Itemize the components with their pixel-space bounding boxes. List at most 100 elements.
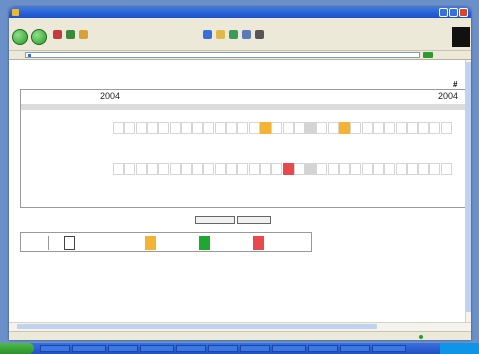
- availability-cell[interactable]: [271, 163, 283, 175]
- home-icon[interactable]: [79, 30, 88, 39]
- print-icon[interactable]: [255, 30, 264, 39]
- availability-cell[interactable]: [372, 122, 384, 134]
- mail-icon[interactable]: [242, 30, 251, 39]
- availability-cell[interactable]: [339, 122, 350, 134]
- availability-cell[interactable]: [259, 163, 271, 175]
- taskbar-item[interactable]: [176, 345, 206, 352]
- availability-cell[interactable]: [226, 122, 237, 134]
- menu-edit[interactable]: [26, 19, 38, 24]
- availability-cell[interactable]: [214, 122, 226, 134]
- availability-cell[interactable]: [440, 122, 452, 134]
- back-icon[interactable]: [12, 29, 28, 45]
- availability-cell[interactable]: [124, 163, 136, 175]
- menu-help[interactable]: [89, 19, 101, 24]
- availability-cell[interactable]: [237, 163, 249, 175]
- availability-cell[interactable]: [146, 122, 158, 134]
- taskbar-item[interactable]: [140, 345, 174, 352]
- availability-cell[interactable]: [135, 163, 147, 175]
- availability-cell[interactable]: [248, 163, 260, 175]
- availability-cell[interactable]: [169, 163, 181, 175]
- links-label[interactable]: [437, 52, 463, 58]
- availability-cell[interactable]: [180, 122, 192, 134]
- availability-cell[interactable]: [440, 163, 452, 175]
- taskbar-item[interactable]: [72, 345, 106, 352]
- availability-cell[interactable]: [237, 122, 249, 134]
- system-tray-clock[interactable]: [440, 343, 479, 354]
- scroll-thumb[interactable]: [17, 324, 377, 329]
- taskbar-item[interactable]: [240, 345, 270, 352]
- horizontal-scrollbar[interactable]: [9, 322, 471, 331]
- availability-cell[interactable]: [395, 163, 407, 175]
- availability-cell[interactable]: [180, 163, 192, 175]
- availability-cell[interactable]: [271, 122, 283, 134]
- availability-cell[interactable]: [214, 163, 226, 175]
- taskbar-item[interactable]: [40, 345, 70, 352]
- availability-cell[interactable]: [429, 163, 441, 175]
- close-button[interactable]: [459, 8, 468, 17]
- availability-cell[interactable]: [339, 163, 350, 175]
- availability-cell[interactable]: [203, 163, 215, 175]
- go-button[interactable]: [423, 52, 433, 58]
- search-icon[interactable]: [203, 30, 212, 39]
- forward-icon[interactable]: [31, 29, 47, 45]
- address-input[interactable]: [25, 52, 420, 58]
- availability-cell[interactable]: [113, 122, 124, 134]
- availability-cell[interactable]: [203, 122, 215, 134]
- availability-cell[interactable]: [350, 122, 362, 134]
- menu-tools[interactable]: [75, 19, 87, 24]
- availability-cell[interactable]: [248, 122, 260, 134]
- availability-cell[interactable]: [192, 163, 204, 175]
- next-button[interactable]: [237, 216, 271, 224]
- availability-cell[interactable]: [305, 122, 317, 134]
- availability-cell[interactable]: [259, 122, 271, 134]
- availability-cell[interactable]: [293, 122, 305, 134]
- availability-cell[interactable]: [124, 122, 136, 134]
- availability-cell[interactable]: [192, 122, 204, 134]
- menu-view[interactable]: [40, 19, 52, 24]
- availability-cell[interactable]: [282, 122, 294, 134]
- availability-cell[interactable]: [158, 163, 170, 175]
- calendar-link[interactable]: [226, 95, 291, 99]
- availability-cell[interactable]: [406, 122, 418, 134]
- availability-cell[interactable]: [305, 163, 317, 175]
- taskbar-item[interactable]: [340, 345, 370, 352]
- availability-cell[interactable]: [372, 163, 384, 175]
- availability-cell[interactable]: [327, 163, 339, 175]
- scroll-thumb[interactable]: [466, 62, 471, 312]
- taskbar-item[interactable]: [208, 345, 238, 352]
- history-icon[interactable]: [229, 30, 238, 39]
- property-link[interactable]: [24, 113, 144, 119]
- availability-cell[interactable]: [418, 163, 430, 175]
- availability-cell[interactable]: [135, 122, 147, 134]
- previous-button[interactable]: [195, 216, 235, 224]
- vertical-scrollbar[interactable]: [465, 60, 471, 322]
- availability-cell[interactable]: [384, 163, 396, 175]
- maximize-button[interactable]: [449, 8, 458, 17]
- property-link[interactable]: [24, 155, 144, 161]
- title-bar[interactable]: [9, 7, 471, 18]
- start-button[interactable]: [0, 343, 34, 354]
- menu-favorites[interactable]: [54, 19, 72, 24]
- availability-cell[interactable]: [361, 122, 373, 134]
- availability-cell[interactable]: [418, 122, 430, 134]
- availability-cell[interactable]: [169, 122, 181, 134]
- availability-cell[interactable]: [406, 163, 418, 175]
- favorites-icon[interactable]: [216, 30, 225, 39]
- taskbar-item[interactable]: [372, 345, 406, 352]
- availability-cell[interactable]: [350, 163, 362, 175]
- availability-cell[interactable]: [226, 163, 237, 175]
- availability-cell[interactable]: [316, 122, 328, 134]
- availability-cell[interactable]: [316, 163, 328, 175]
- availability-cell[interactable]: [429, 122, 441, 134]
- availability-cell[interactable]: [146, 163, 158, 175]
- availability-cell[interactable]: [113, 163, 124, 175]
- availability-cell[interactable]: [282, 163, 294, 175]
- availability-cell[interactable]: [361, 163, 373, 175]
- refresh-icon[interactable]: [66, 30, 75, 39]
- taskbar-item[interactable]: [272, 345, 306, 352]
- availability-cell[interactable]: [158, 122, 170, 134]
- menu-file[interactable]: [12, 19, 24, 24]
- taskbar-item[interactable]: [308, 345, 338, 352]
- availability-cell[interactable]: [395, 122, 407, 134]
- minimize-button[interactable]: [439, 8, 448, 17]
